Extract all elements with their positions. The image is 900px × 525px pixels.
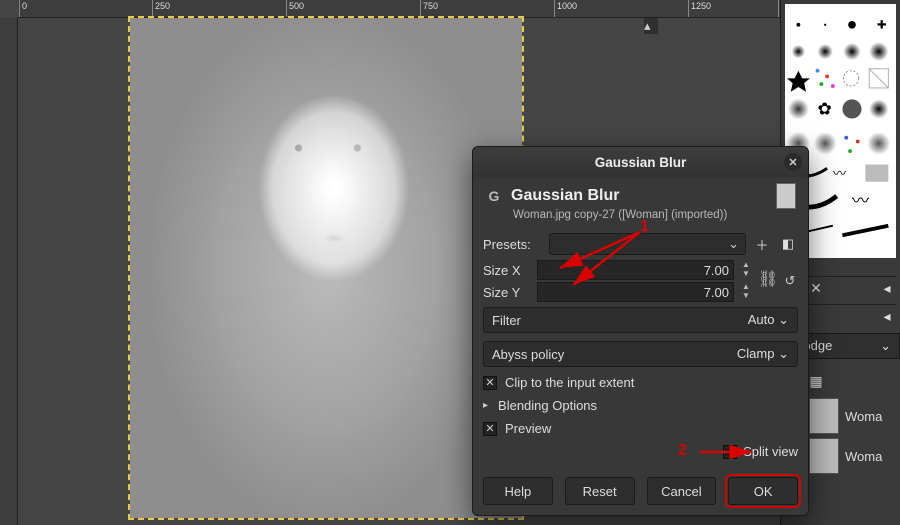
- clip-label: Clip to the input extent: [505, 375, 634, 390]
- size-y-input[interactable]: 7.00: [537, 282, 734, 302]
- close-button[interactable]: ✕: [784, 153, 802, 171]
- size-x-spinner[interactable]: ▲▼: [740, 260, 752, 280]
- clip-checkbox[interactable]: ✕: [483, 376, 497, 390]
- ok-button[interactable]: OK: [728, 477, 798, 505]
- layer-thumb: [809, 438, 839, 474]
- chevron-down-icon: ⌄: [778, 312, 789, 327]
- reset-size-icon[interactable]: ↺: [782, 273, 798, 289]
- dialog-title: Gaussian Blur: [511, 187, 619, 205]
- gaussian-blur-dialog: Gaussian Blur ✕ G Gaussian Blur Woman.jp…: [472, 146, 809, 516]
- preview-checkbox[interactable]: ✕: [483, 422, 497, 436]
- chevron-down-icon: ⌄: [728, 236, 739, 252]
- dialog-titlebar[interactable]: Gaussian Blur ✕: [473, 147, 808, 177]
- abyss-label: Abyss policy: [492, 347, 564, 362]
- svg-text:〰: 〰: [852, 191, 870, 211]
- image-content: [130, 18, 522, 518]
- size-y-spinner[interactable]: ▲▼: [740, 282, 752, 302]
- dialog-button-bar: Help Reset Cancel OK: [473, 467, 808, 515]
- blending-label: Blending Options: [498, 398, 597, 413]
- dialog-window-title: Gaussian Blur: [595, 155, 687, 170]
- chevron-down-icon: ⌄: [880, 338, 891, 354]
- expand-blending-icon[interactable]: [483, 399, 490, 413]
- filter-dropdown[interactable]: Filter Auto ⌄: [483, 307, 798, 333]
- chevron-down-icon: ⌄: [778, 346, 789, 361]
- scroll-arrow-icon[interactable]: ▴: [644, 18, 658, 34]
- ruler-horizontal: 0 250 500 750 1000 1250 1500: [18, 0, 780, 18]
- size-y-value: 7.00: [704, 285, 729, 300]
- app-badge-icon: G: [485, 187, 503, 205]
- filter-value: Auto: [748, 312, 775, 327]
- channels-icon[interactable]: ▦: [807, 372, 825, 390]
- menu-icon[interactable]: ◂: [878, 280, 896, 298]
- split-view-checkbox[interactable]: [723, 445, 737, 459]
- presets-dropdown[interactable]: ⌄: [549, 233, 746, 255]
- preview-label: Preview: [505, 421, 551, 436]
- ruler-vertical: [0, 18, 18, 525]
- svg-text:✚: ✚: [877, 20, 887, 32]
- dock-menu-icon[interactable]: ◂: [878, 308, 896, 326]
- manage-presets-icon[interactable]: ◧: [778, 234, 798, 254]
- split-view-label: Split view: [743, 444, 798, 459]
- link-icon[interactable]: ⛓: [758, 269, 776, 289]
- layer-thumb: [809, 398, 839, 434]
- size-y-label: Size Y: [483, 285, 531, 300]
- svg-text:✿: ✿: [818, 99, 832, 119]
- close-tab-icon[interactable]: ✕: [807, 280, 825, 298]
- cancel-button[interactable]: Cancel: [647, 477, 717, 505]
- dialog-subtitle: Woman.jpg copy-27 ([Woman] (imported)): [473, 209, 808, 229]
- help-button[interactable]: Help: [483, 477, 553, 505]
- layer-preview-thumb: [776, 183, 796, 209]
- image-canvas[interactable]: [130, 18, 522, 518]
- add-preset-icon[interactable]: ＋: [752, 234, 772, 254]
- size-x-value: 7.00: [704, 263, 729, 278]
- presets-label: Presets:: [483, 237, 543, 252]
- svg-text:〰: 〰: [833, 166, 847, 181]
- abyss-value: Clamp: [737, 346, 775, 361]
- size-x-label: Size X: [483, 263, 531, 278]
- layer-label: Woma: [845, 449, 882, 464]
- abyss-dropdown[interactable]: Abyss policy Clamp ⌄: [483, 341, 798, 367]
- filter-label: Filter: [492, 313, 521, 328]
- layer-label: Woma: [845, 409, 882, 424]
- size-x-input[interactable]: 7.00: [537, 260, 734, 280]
- reset-button[interactable]: Reset: [565, 477, 635, 505]
